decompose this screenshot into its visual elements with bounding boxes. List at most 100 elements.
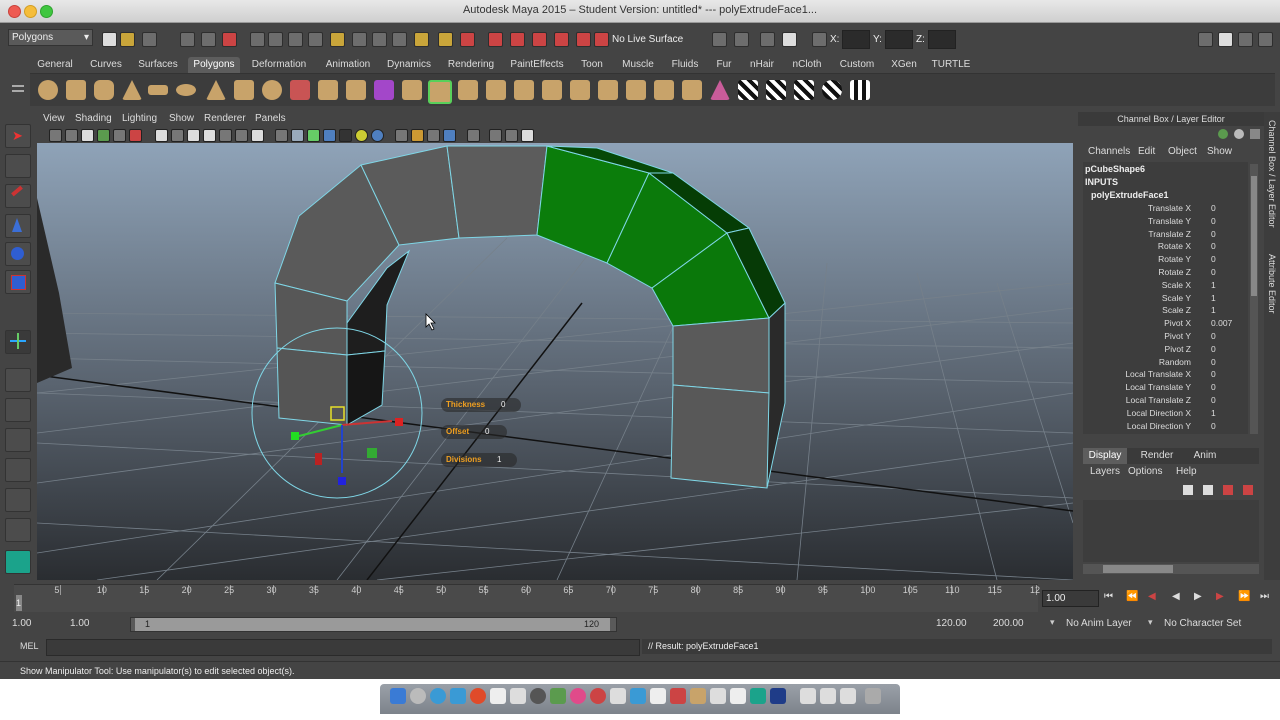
four-view-layout-icon[interactable] xyxy=(5,398,31,422)
viewport-menu-panels[interactable]: Panels xyxy=(255,113,286,124)
layer-move-up-icon[interactable] xyxy=(1223,485,1233,495)
step-forward-frame-icon[interactable]: ▶ xyxy=(1216,591,1224,602)
hud-thickness[interactable]: Thickness 0 xyxy=(441,398,521,412)
playback-end-field[interactable]: 120.00 xyxy=(936,616,986,631)
attribute-row[interactable]: Translate X 0 xyxy=(1091,202,1261,215)
bridge-icon[interactable] xyxy=(458,80,478,100)
pages-icon[interactable] xyxy=(730,688,746,704)
mirror-icon[interactable] xyxy=(346,80,366,100)
attribute-row[interactable]: Scale Y 1 xyxy=(1091,292,1261,305)
show-manipulator-tool-icon[interactable] xyxy=(5,330,31,354)
outliner-layout-icon[interactable] xyxy=(5,518,31,542)
shelf-tab-turtle[interactable]: TURTLE xyxy=(928,57,974,73)
edge-mask-icon[interactable] xyxy=(288,32,303,47)
attribute-value[interactable]: 0 xyxy=(1211,330,1216,343)
poly-cube-icon[interactable] xyxy=(66,80,86,100)
attribute-row[interactable]: Random 0 xyxy=(1091,356,1261,369)
messages-icon[interactable] xyxy=(550,688,566,704)
z-input[interactable] xyxy=(928,30,956,49)
attribute-value[interactable]: 1 xyxy=(1211,407,1216,420)
attribute-value[interactable]: 0 xyxy=(1211,215,1216,228)
channel-box-scrollbar-thumb[interactable] xyxy=(1251,176,1257,296)
multisample-icon[interactable] xyxy=(521,129,534,142)
manipulator-z-handle[interactable] xyxy=(291,432,299,440)
shelf-tab-ncloth[interactable]: nCloth xyxy=(786,57,828,73)
attribute-value[interactable]: 0 xyxy=(1211,240,1216,253)
select-component-icon[interactable] xyxy=(222,32,237,47)
rotate-tool-icon[interactable] xyxy=(5,242,31,266)
render-frame-icon[interactable] xyxy=(488,32,503,47)
attribute-row[interactable]: Translate Y 0 xyxy=(1091,215,1261,228)
attribute-row[interactable]: Scale X 1 xyxy=(1091,279,1261,292)
trash-icon[interactable] xyxy=(865,688,881,704)
extrude-icon[interactable] xyxy=(428,80,452,104)
play-backwards-icon[interactable]: ◀ xyxy=(1172,591,1180,602)
attribute-row[interactable]: Rotate Z 0 xyxy=(1091,266,1261,279)
append-polygon-icon[interactable] xyxy=(486,80,506,100)
poly-prism-icon[interactable] xyxy=(206,80,226,100)
viewport-menu-renderer[interactable]: Renderer xyxy=(204,113,246,124)
shelf-tab-surfaces[interactable]: Surfaces xyxy=(132,57,184,73)
end-time-field[interactable]: 200.00 xyxy=(993,616,1043,631)
live-surface-icon[interactable] xyxy=(594,32,609,47)
documents-stack-icon[interactable] xyxy=(820,688,836,704)
maya-icon[interactable] xyxy=(750,688,766,704)
hypershade-icon[interactable] xyxy=(554,32,569,47)
attribute-value[interactable]: 0 xyxy=(1211,253,1216,266)
channel-box-settings-icon[interactable] xyxy=(1234,129,1244,139)
calendar-icon[interactable] xyxy=(510,688,526,704)
attribute-row[interactable]: Local Translate X 0 xyxy=(1091,368,1261,381)
toggle-tool-settings-icon[interactable] xyxy=(1218,32,1233,47)
motion-blur-icon[interactable] xyxy=(505,129,518,142)
poly-cone-icon[interactable] xyxy=(122,80,142,100)
channel-box-menu-show[interactable]: Show xyxy=(1207,146,1232,157)
manipulator-offset-handle[interactable] xyxy=(367,448,377,458)
attribute-row[interactable]: Pivot X 0.007 xyxy=(1091,317,1261,330)
new-scene-icon[interactable] xyxy=(102,32,117,47)
channel-box-menu-edit[interactable]: Edit xyxy=(1138,146,1155,157)
combine-icon[interactable] xyxy=(290,80,310,100)
play-forwards-icon[interactable]: ▶ xyxy=(1194,591,1202,602)
layer-hscrollbar-thumb[interactable] xyxy=(1103,565,1173,573)
snap-point-icon[interactable] xyxy=(372,32,387,47)
start-time-field[interactable]: 1.00 xyxy=(12,616,62,631)
toggle-layer-editor-icon[interactable] xyxy=(1258,32,1273,47)
time-slider[interactable]: 5 10 15 20 25 30 35 40 45 50 55 60 65 70 75 80 85 90 95 100… xyxy=(14,584,1040,612)
viewport-menu-show[interactable]: Show xyxy=(169,113,194,124)
two-d-pan-zoom-icon[interactable] xyxy=(113,129,126,142)
make-live-icon[interactable] xyxy=(414,32,429,47)
step-back-key-icon[interactable]: ⏪ xyxy=(1126,591,1138,602)
automatic-mapping-icon[interactable] xyxy=(822,80,842,100)
snap-view-icon[interactable] xyxy=(392,32,407,47)
insert-edge-loop-icon[interactable] xyxy=(542,80,562,100)
shelf-tab-painteffects[interactable]: PaintEffects xyxy=(506,57,568,73)
attribute-value[interactable]: 0 xyxy=(1211,266,1216,279)
camera-attributes-icon[interactable] xyxy=(65,129,78,142)
range-slider-handle[interactable] xyxy=(135,618,610,631)
shelf-tab-polygons[interactable]: Polygons xyxy=(188,57,240,73)
poly-sphere-icon[interactable] xyxy=(38,80,58,100)
mail-icon[interactable] xyxy=(450,688,466,704)
snap-grid-icon[interactable] xyxy=(330,32,345,47)
rename-icon[interactable] xyxy=(782,32,797,47)
step-back-frame-icon[interactable]: ◀ xyxy=(1148,591,1156,602)
layer-move-down-icon[interactable] xyxy=(1243,485,1253,495)
shelf-tab-general[interactable]: General xyxy=(30,57,80,73)
command-input[interactable] xyxy=(46,639,640,656)
face-mask-icon[interactable] xyxy=(308,32,323,47)
attribute-value[interactable]: 0 xyxy=(1211,381,1216,394)
wedge-icon[interactable] xyxy=(654,80,674,100)
go-to-end-icon[interactable]: ⏭ xyxy=(1260,591,1269,602)
itunes-icon[interactable] xyxy=(570,688,586,704)
photoshop-icon[interactable] xyxy=(770,688,786,704)
playback-start-field[interactable]: 1.00 xyxy=(70,616,120,631)
layer-tab-display[interactable]: Display xyxy=(1083,448,1127,464)
photo-booth-icon[interactable] xyxy=(590,688,606,704)
new-layer-selected-icon[interactable] xyxy=(1203,485,1213,495)
go-to-start-icon[interactable]: ⏮ xyxy=(1104,591,1113,602)
select-object-icon[interactable] xyxy=(201,32,216,47)
side-tab-channel-box[interactable]: Channel Box / Layer Editor xyxy=(1267,120,1277,228)
acrobat-icon[interactable] xyxy=(670,688,686,704)
launchpad-icon[interactable] xyxy=(410,688,426,704)
layer-menu-layers[interactable]: Layers xyxy=(1090,466,1120,477)
